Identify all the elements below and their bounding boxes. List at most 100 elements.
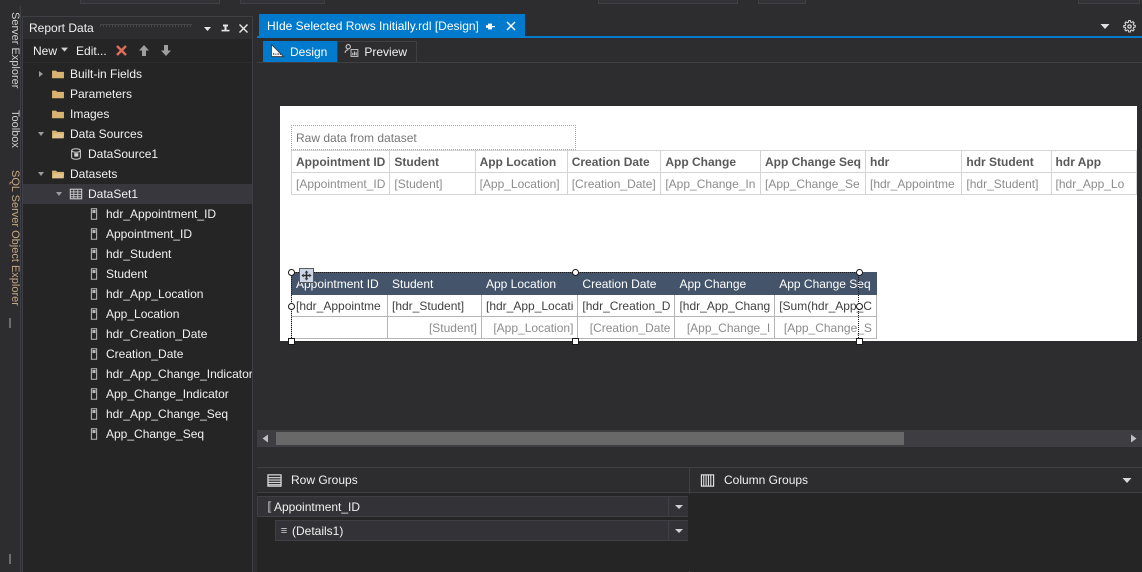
table-cell[interactable]: Appointment ID bbox=[290, 150, 391, 173]
tree-node-hdr-app-change-indicator[interactable]: hdr_App_Change_Indicator bbox=[23, 364, 252, 384]
table-cell[interactable]: App Location bbox=[474, 150, 568, 173]
tree-node-parameters[interactable]: Parameters bbox=[23, 84, 252, 104]
tab-close-icon[interactable] bbox=[503, 18, 519, 34]
tree-node-app-location[interactable]: App_Location bbox=[23, 304, 252, 324]
table-cell[interactable]: Creation Date bbox=[566, 150, 662, 173]
tree-node-appointment-id[interactable]: Appointment_ID bbox=[23, 224, 252, 244]
table-cell[interactable]: [Creation_Date bbox=[577, 316, 676, 339]
resize-handle-bottom-center[interactable] bbox=[572, 338, 579, 345]
toolbar-combo-partial-2[interactable] bbox=[240, 0, 325, 4]
delete-x-icon[interactable] bbox=[111, 41, 133, 61]
tree-node-student[interactable]: Student bbox=[23, 264, 252, 284]
resize-handle-middle-left[interactable] bbox=[287, 303, 295, 310]
tree-node-datasource1[interactable]: DataSource1 bbox=[23, 144, 252, 164]
tablix-selected[interactable]: Appointment ID Student App Location Creatio… bbox=[291, 272, 877, 339]
table-cell[interactable]: [App_Change_Se bbox=[759, 172, 867, 195]
table-cell[interactable]: [hdr_Student] bbox=[387, 294, 482, 317]
table-cell[interactable]: [Student] bbox=[387, 316, 482, 339]
tablix-move-handle-icon[interactable] bbox=[299, 268, 314, 283]
resize-handle-top-center[interactable] bbox=[572, 268, 579, 276]
vtab-toolbox[interactable]: Toolbox bbox=[0, 106, 21, 148]
collapse-arrow-icon[interactable] bbox=[51, 184, 67, 204]
toolbar-combo-partial-5[interactable] bbox=[1078, 0, 1140, 4]
table-cell[interactable]: [hdr_App_Lo bbox=[1050, 172, 1138, 195]
pin-icon[interactable] bbox=[216, 18, 234, 38]
toolbar-combo-partial-3[interactable] bbox=[598, 0, 738, 4]
scroll-right-arrow-icon[interactable] bbox=[1125, 430, 1142, 447]
report-design-canvas[interactable]: Raw data from dataset Appointment ID Stud… bbox=[280, 106, 1138, 345]
resize-handle-top-right[interactable] bbox=[856, 268, 863, 276]
tree-node-built-in-fields[interactable]: Built-in Fields bbox=[23, 64, 252, 84]
tree-node-data-sources[interactable]: Data Sources bbox=[23, 124, 252, 144]
table-cell[interactable]: hdr Student bbox=[961, 150, 1052, 173]
textbox-raw-data-from-dataset[interactable]: Raw data from dataset bbox=[291, 125, 576, 150]
table-row[interactable]: [Appointment_ID [Student] [App_Location] [C… bbox=[290, 172, 1138, 195]
table-row[interactable]: Appointment ID Student App Location Creatio… bbox=[290, 150, 1138, 173]
tree-node-creation-date[interactable]: Creation_Date bbox=[23, 344, 252, 364]
tab-design[interactable]: Design bbox=[263, 41, 338, 62]
collapse-arrow-icon[interactable] bbox=[33, 124, 49, 144]
tree-node-hdr-app-location[interactable]: hdr_App_Location bbox=[23, 284, 252, 304]
tab-list-chevron-down-icon[interactable] bbox=[1096, 16, 1114, 36]
tree-node-hdr-student[interactable]: hdr_Student bbox=[23, 244, 252, 264]
canvas-horizontal-scrollbar[interactable] bbox=[257, 430, 1142, 447]
table-cell[interactable]: [App_Change_In bbox=[660, 172, 761, 195]
tree-node-hdr-creation-date[interactable]: hdr_Creation_Date bbox=[23, 324, 252, 344]
table-row[interactable]: Appointment ID Student App Location Creatio… bbox=[291, 272, 877, 295]
table-cell[interactable]: Creation Date bbox=[577, 272, 676, 295]
resize-handle-bottom-right[interactable] bbox=[856, 338, 863, 345]
table-cell[interactable]: Student bbox=[387, 272, 482, 295]
column-groups-chevron-down-icon[interactable] bbox=[1122, 468, 1132, 493]
row-group-chevron-down-icon[interactable] bbox=[668, 497, 688, 516]
table-cell[interactable]: App Location bbox=[480, 272, 579, 295]
move-up-arrow-icon[interactable] bbox=[133, 41, 155, 61]
tree-node-images[interactable]: Images bbox=[23, 104, 252, 124]
row-group-chevron-down-icon[interactable] bbox=[668, 521, 688, 540]
vtab-sql-server-object-explorer[interactable]: SQL Server Object Explorer bbox=[0, 166, 21, 306]
tree-node-datasets[interactable]: Datasets bbox=[23, 164, 252, 184]
column-groups-list[interactable] bbox=[690, 493, 1142, 572]
row-group-item[interactable]: ≡ (Details1) bbox=[275, 520, 689, 541]
table-cell[interactable]: [App_Change_I bbox=[674, 316, 776, 339]
scrollbar-thumb[interactable] bbox=[276, 432, 904, 445]
tree-node-hdr-app-change-seq[interactable]: hdr_App_Change_Seq bbox=[23, 404, 252, 424]
tree-node-app-change-seq[interactable]: App_Change_Seq bbox=[23, 424, 252, 444]
table-cell[interactable]: [hdr_Student] bbox=[961, 172, 1052, 195]
tab-pin-icon[interactable] bbox=[483, 18, 499, 34]
tree-node-hdr-appointment-id[interactable]: hdr_Appointment_ID bbox=[23, 204, 252, 224]
table-cell[interactable]: [Appointment_ID bbox=[290, 172, 391, 195]
row-groups-list[interactable]: 〚 Appointment_ID ≡ (Details1) bbox=[257, 493, 689, 572]
tab-preview[interactable]: Preview bbox=[337, 41, 418, 62]
table-cell[interactable]: [App_Location] bbox=[474, 172, 568, 195]
table-cell[interactable]: hdr bbox=[864, 150, 963, 173]
tablix-raw-data[interactable]: Appointment ID Student App Location Creatio… bbox=[290, 150, 1138, 195]
scrollbar-track[interactable] bbox=[274, 430, 1125, 447]
document-tab-hide-selected-rows[interactable]: HIde Selected Rows Initially.rdl [Design… bbox=[259, 14, 525, 38]
expand-arrow-icon[interactable] bbox=[33, 64, 49, 84]
table-cell[interactable]: [hdr_App_Chang bbox=[674, 294, 776, 317]
table-cell[interactable]: [hdr_Appointme bbox=[864, 172, 963, 195]
table-cell[interactable]: [hdr_Appointme bbox=[291, 294, 388, 317]
table-row[interactable]: [Student] [App_Location] [Creation_Date [Ap… bbox=[291, 316, 877, 339]
table-cell[interactable]: [App_Location] bbox=[480, 316, 579, 339]
chevron-down-icon[interactable] bbox=[198, 18, 216, 38]
pane-splitter[interactable] bbox=[688, 494, 691, 571]
table-cell[interactable]: hdr App bbox=[1050, 150, 1138, 173]
report-data-tree[interactable]: Built-in Fields Parameters Images Data Sour… bbox=[23, 64, 252, 572]
collapse-arrow-icon[interactable] bbox=[33, 164, 49, 184]
resize-handle-middle-right[interactable] bbox=[856, 303, 863, 310]
row-group-item[interactable]: 〚 Appointment_ID bbox=[257, 496, 689, 517]
gear-icon[interactable] bbox=[1120, 16, 1138, 36]
table-cell[interactable]: App Change bbox=[660, 150, 761, 173]
table-cell[interactable]: [Student] bbox=[389, 172, 476, 195]
toolbar-combo-partial-4[interactable] bbox=[758, 0, 806, 4]
move-down-arrow-icon[interactable] bbox=[155, 41, 177, 61]
table-cell[interactable]: Student bbox=[389, 150, 476, 173]
vtab-server-explorer[interactable]: Server Explorer bbox=[0, 8, 21, 88]
table-cell[interactable]: [hdr_Creation_D bbox=[577, 294, 676, 317]
table-cell[interactable]: App Change Seq bbox=[774, 272, 877, 295]
resize-handle-top-left[interactable] bbox=[287, 268, 295, 276]
table-cell[interactable]: [Creation_Date] bbox=[566, 172, 662, 195]
table-cell[interactable]: App Change bbox=[674, 272, 776, 295]
toolbar-combo-partial-1[interactable] bbox=[80, 0, 220, 4]
